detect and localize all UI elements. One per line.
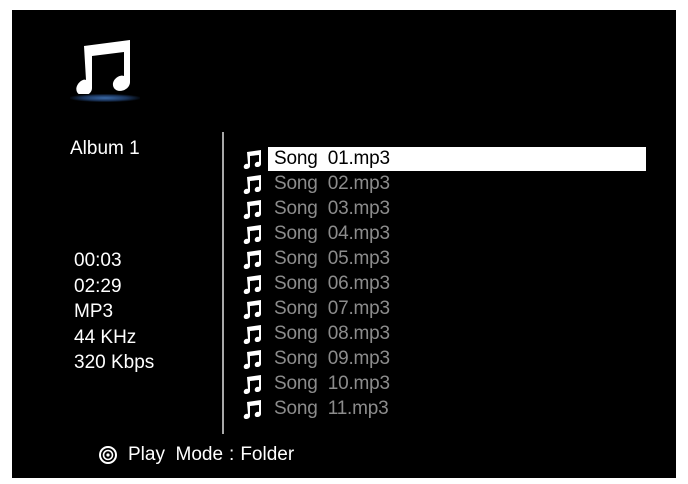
song-name: Song 02.mp3 — [274, 172, 390, 194]
music-note-icon — [242, 173, 264, 195]
play-mode-separator: : — [229, 444, 235, 465]
album-title: Album 1 — [70, 138, 140, 159]
music-note-icon — [242, 273, 264, 295]
song-name: Song 04.mp3 — [274, 222, 390, 244]
play-mode-icon — [98, 445, 118, 465]
song-item[interactable]: Song 01.mp3 — [242, 146, 662, 171]
divider — [222, 132, 224, 434]
song-item[interactable]: Song 04.mp3 — [242, 221, 662, 246]
song-name: Song 10.mp3 — [274, 372, 390, 394]
music-note-icon — [242, 198, 264, 220]
track-info: 00:03 02:29 MP3 44 KHz 320 Kbps — [74, 250, 154, 378]
song-name: Song 09.mp3 — [274, 347, 390, 369]
song-name: Song 07.mp3 — [274, 297, 390, 319]
song-name: Song 11.mp3 — [274, 397, 389, 419]
music-note-icon — [242, 398, 264, 420]
song-item[interactable]: Song 05.mp3 — [242, 246, 662, 271]
song-item[interactable]: Song 03.mp3 — [242, 196, 662, 221]
song-name: Song 06.mp3 — [274, 272, 390, 294]
track-duration: 02:29 — [74, 275, 122, 297]
song-list: Song 01.mp3 Song 02.mp3 Song 03.mp3 Song 04… — [242, 146, 662, 421]
song-item[interactable]: Song 09.mp3 — [242, 346, 662, 371]
bitrate: 320 Kbps — [74, 352, 155, 373]
song-item[interactable]: Song 11.mp3 — [242, 396, 662, 421]
play-mode-value: Folder — [240, 444, 295, 465]
music-note-icon — [74, 38, 144, 102]
play-mode-label: Play Mode — [128, 444, 224, 465]
music-note-icon — [242, 323, 264, 345]
music-note-icon — [242, 248, 264, 270]
song-name: Song 03.mp3 — [274, 197, 390, 219]
song-item[interactable]: Song 06.mp3 — [242, 271, 662, 296]
music-note-icon — [242, 148, 264, 170]
song-name: Song 08.mp3 — [274, 322, 390, 344]
song-item[interactable]: Song 10.mp3 — [242, 371, 662, 396]
sample-rate: 44 KHz — [74, 326, 137, 348]
music-note-icon — [242, 373, 264, 395]
play-mode-bar[interactable]: Play Mode : Folder — [98, 444, 294, 466]
song-item[interactable]: Song 02.mp3 — [242, 171, 662, 196]
music-note-icon — [242, 348, 264, 370]
song-item[interactable]: Song 08.mp3 — [242, 321, 662, 346]
song-name: Song 01.mp3 — [268, 146, 646, 171]
song-name: Song 05.mp3 — [274, 247, 390, 269]
song-item[interactable]: Song 07.mp3 — [242, 296, 662, 321]
elapsed-time: 00:03 — [74, 250, 122, 271]
audio-format: MP3 — [74, 301, 114, 322]
music-note-icon — [242, 298, 264, 320]
music-player-screen: Album 1 00:03 02:29 MP3 44 KHz 320 Kbps … — [12, 10, 676, 478]
music-note-icon — [242, 223, 264, 245]
header-underline — [70, 94, 140, 102]
